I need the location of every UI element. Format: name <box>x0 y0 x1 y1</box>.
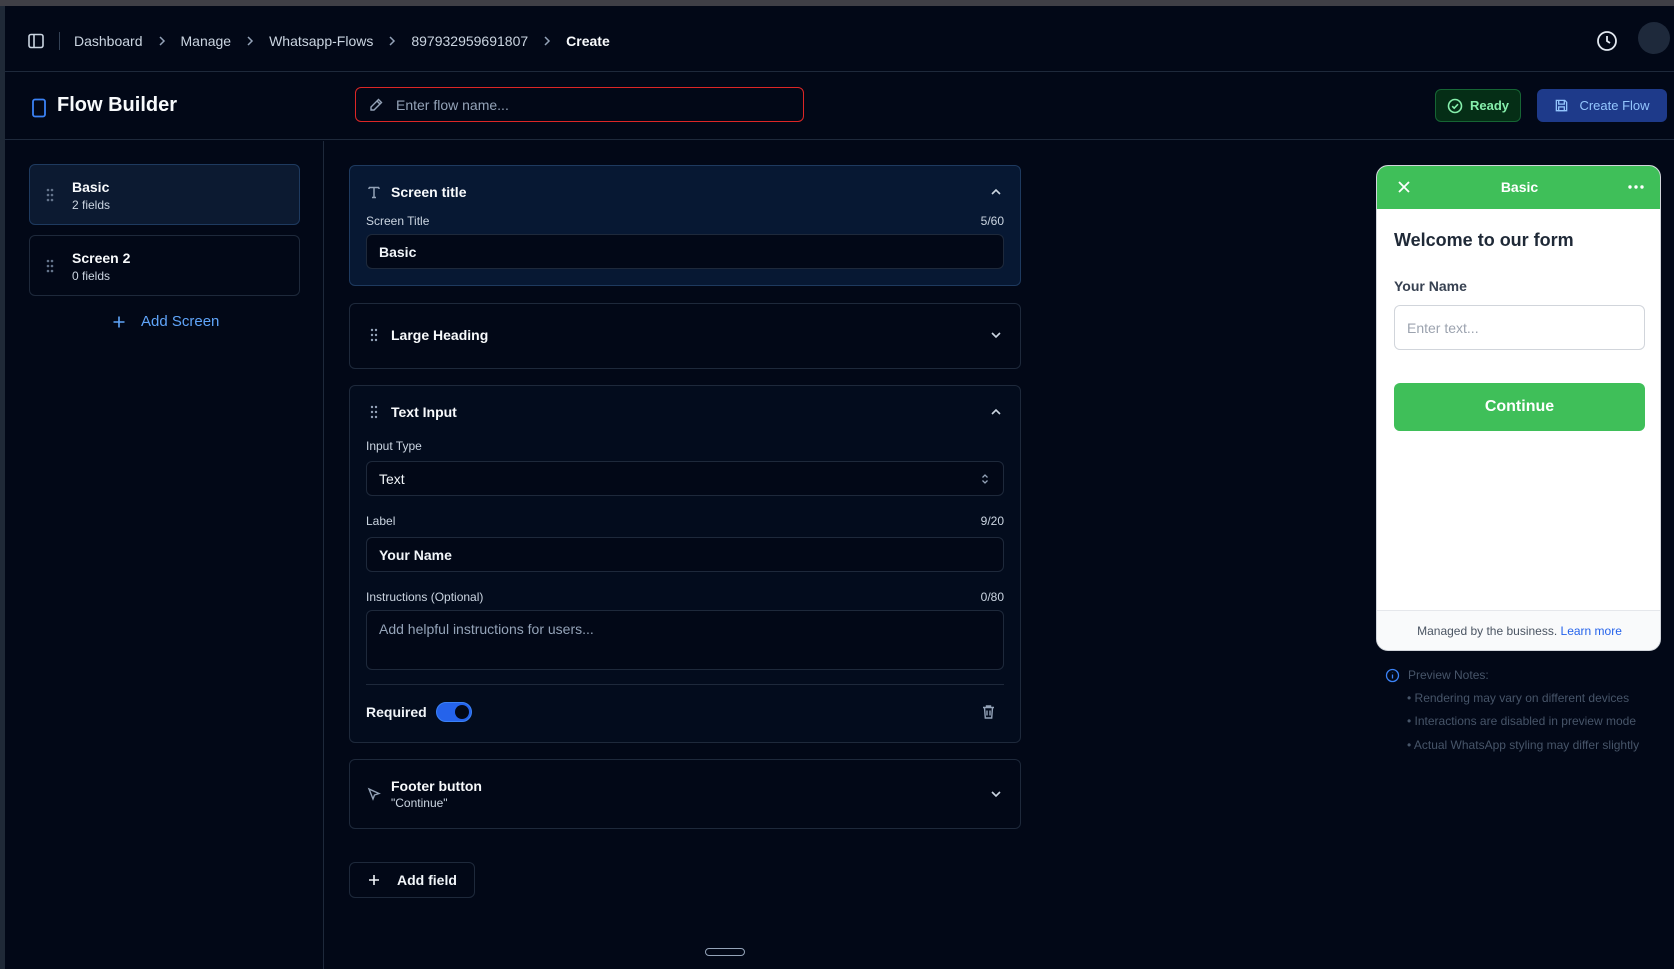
input-type-select[interactable]: Text <box>366 461 1004 496</box>
text-type-icon <box>366 184 382 200</box>
text-input-card: Text Input Input Type Text Label 9/20 Yo… <box>349 385 1021 743</box>
create-flow-button[interactable]: Create Flow <box>1537 89 1667 122</box>
pencil-icon <box>368 97 384 113</box>
breadcrumb-account-id[interactable]: 897932959691807 <box>411 33 528 49</box>
chevron-right-icon <box>540 34 554 48</box>
chevron-right-icon <box>243 34 257 48</box>
info-icon <box>1385 668 1400 683</box>
footer-button-subtitle: "Continue" <box>391 796 448 810</box>
add-field-button[interactable]: Add field <box>349 862 475 898</box>
screen-name: Screen 2 <box>72 250 131 266</box>
breadcrumb-whatsapp-flows[interactable]: Whatsapp-Flows <box>269 33 373 49</box>
screen-title-input[interactable]: Basic <box>366 234 1004 269</box>
instructions-counter: 0/80 <box>980 590 1004 604</box>
cursor-icon <box>366 786 382 802</box>
screen-item-basic[interactable]: Basic 2 fields <box>29 164 300 225</box>
chevron-right-icon <box>155 34 169 48</box>
preview-footer-text: Managed by the business. <box>1417 624 1558 638</box>
flow-name-input[interactable] <box>396 96 776 113</box>
add-field-label: Add field <box>397 872 457 888</box>
preview-text-input: Enter text... <box>1394 305 1645 350</box>
plus-icon <box>369 875 379 885</box>
card-title: Text Input <box>391 404 457 420</box>
preview-title: Basic <box>1500 179 1539 195</box>
text-input-card-header[interactable]: Text Input <box>366 402 1004 422</box>
preview-heading: Welcome to our form <box>1394 230 1574 250</box>
footer-button-card: Footer button "Continue" <box>349 759 1021 829</box>
trash-icon[interactable] <box>981 704 996 720</box>
drag-handle-icon[interactable] <box>43 187 57 203</box>
required-label: Required <box>366 704 427 720</box>
breadcrumb-dashboard[interactable]: Dashboard <box>74 33 143 49</box>
add-screen-label: Add Screen <box>141 313 220 330</box>
preview-note: • Actual WhatsApp styling may differ sli… <box>1407 738 1640 752</box>
drag-handle-icon[interactable] <box>366 404 382 420</box>
large-heading-card: Large Heading <box>349 303 1021 369</box>
plus-icon <box>113 316 125 327</box>
avatar[interactable] <box>1638 22 1670 54</box>
more-icon <box>1627 179 1645 195</box>
create-flow-label: Create Flow <box>1579 98 1650 113</box>
screen-item-screen-2[interactable]: Screen 2 0 fields <box>29 235 300 296</box>
page-title: Flow Builder <box>57 94 177 116</box>
input-type-label: Input Type <box>366 439 422 453</box>
preview-header: Basic <box>1377 166 1660 209</box>
screen-title-card-header[interactable]: Screen title <box>366 182 1004 202</box>
sidebar-toggle-icon[interactable] <box>26 31 46 51</box>
screen-field-count: 0 fields <box>72 269 111 283</box>
card-title: Large Heading <box>391 327 489 343</box>
card-title: Screen title <box>391 184 467 200</box>
toggle-knob <box>455 705 469 719</box>
preview-continue-button: Continue <box>1394 383 1645 431</box>
save-icon <box>1556 99 1568 112</box>
input-type-value: Text <box>379 470 405 487</box>
screen-field-count: 2 fields <box>72 198 111 212</box>
screen-title-card: Screen title Screen Title 5/60 Basic <box>349 165 1021 286</box>
clock-icon[interactable] <box>1595 29 1619 53</box>
learn-more-link[interactable]: Learn more <box>1561 624 1622 638</box>
breadcrumb-manage[interactable]: Manage <box>181 33 232 49</box>
label-field-label: Label <box>366 514 396 528</box>
preview-footer: Managed by the business. Learn more <box>1377 610 1660 650</box>
footer-button-card-header[interactable]: Footer button "Continue" <box>366 776 1004 812</box>
flow-name-field[interactable] <box>355 87 804 122</box>
check-circle-icon <box>1447 98 1463 113</box>
chevron-up-icon[interactable] <box>988 404 1004 420</box>
screens-sidebar: Basic 2 fields Screen 2 0 fields Add Scr… <box>5 141 324 969</box>
phone-icon <box>30 98 48 118</box>
ready-label: Ready <box>1469 98 1510 113</box>
screen-title-label: Screen Title <box>366 214 430 228</box>
preview-field-label: Your Name <box>1394 278 1467 294</box>
instructions-textarea[interactable]: Add helpful instructions for users... <box>366 610 1004 670</box>
drag-handle-icon[interactable] <box>43 258 57 274</box>
breadcrumb-current: Create <box>566 33 610 49</box>
label-counter: 9/20 <box>980 514 1004 528</box>
top-bar: Dashboard Manage Whatsapp-Flows 89793295… <box>5 6 1674 72</box>
page-header: Flow Builder Ready Create Flow <box>5 72 1674 140</box>
required-toggle[interactable] <box>436 702 472 722</box>
chevron-down-icon[interactable] <box>988 786 1004 802</box>
add-screen-button[interactable]: Add Screen <box>111 313 219 330</box>
chevron-right-icon <box>385 34 399 48</box>
drag-handle-icon[interactable] <box>366 327 382 343</box>
divider <box>366 684 1004 685</box>
resize-handle[interactable] <box>705 948 745 956</box>
preview-note: • Rendering may vary on different device… <box>1407 691 1630 705</box>
screen-name: Basic <box>72 179 110 195</box>
breadcrumb: Dashboard Manage Whatsapp-Flows 89793295… <box>74 28 610 54</box>
chevron-up-icon[interactable] <box>988 184 1004 200</box>
whatsapp-preview: Basic Welcome to our form Your Name Ente… <box>1376 165 1661 651</box>
preview-notes-title: Preview Notes: <box>1408 668 1489 682</box>
screen-title-counter: 5/60 <box>980 214 1004 228</box>
label-input[interactable]: Your Name <box>366 537 1004 572</box>
card-title: Footer button <box>391 778 482 794</box>
preview-note: • Interactions are disabled in preview m… <box>1407 714 1636 728</box>
chevron-down-icon[interactable] <box>988 327 1004 343</box>
ready-status-button[interactable]: Ready <box>1435 89 1521 122</box>
instructions-label: Instructions (Optional) <box>366 590 484 604</box>
large-heading-card-header[interactable]: Large Heading <box>366 325 1004 345</box>
chevron-up-down-icon <box>979 472 991 486</box>
topbar-divider <box>59 32 60 50</box>
